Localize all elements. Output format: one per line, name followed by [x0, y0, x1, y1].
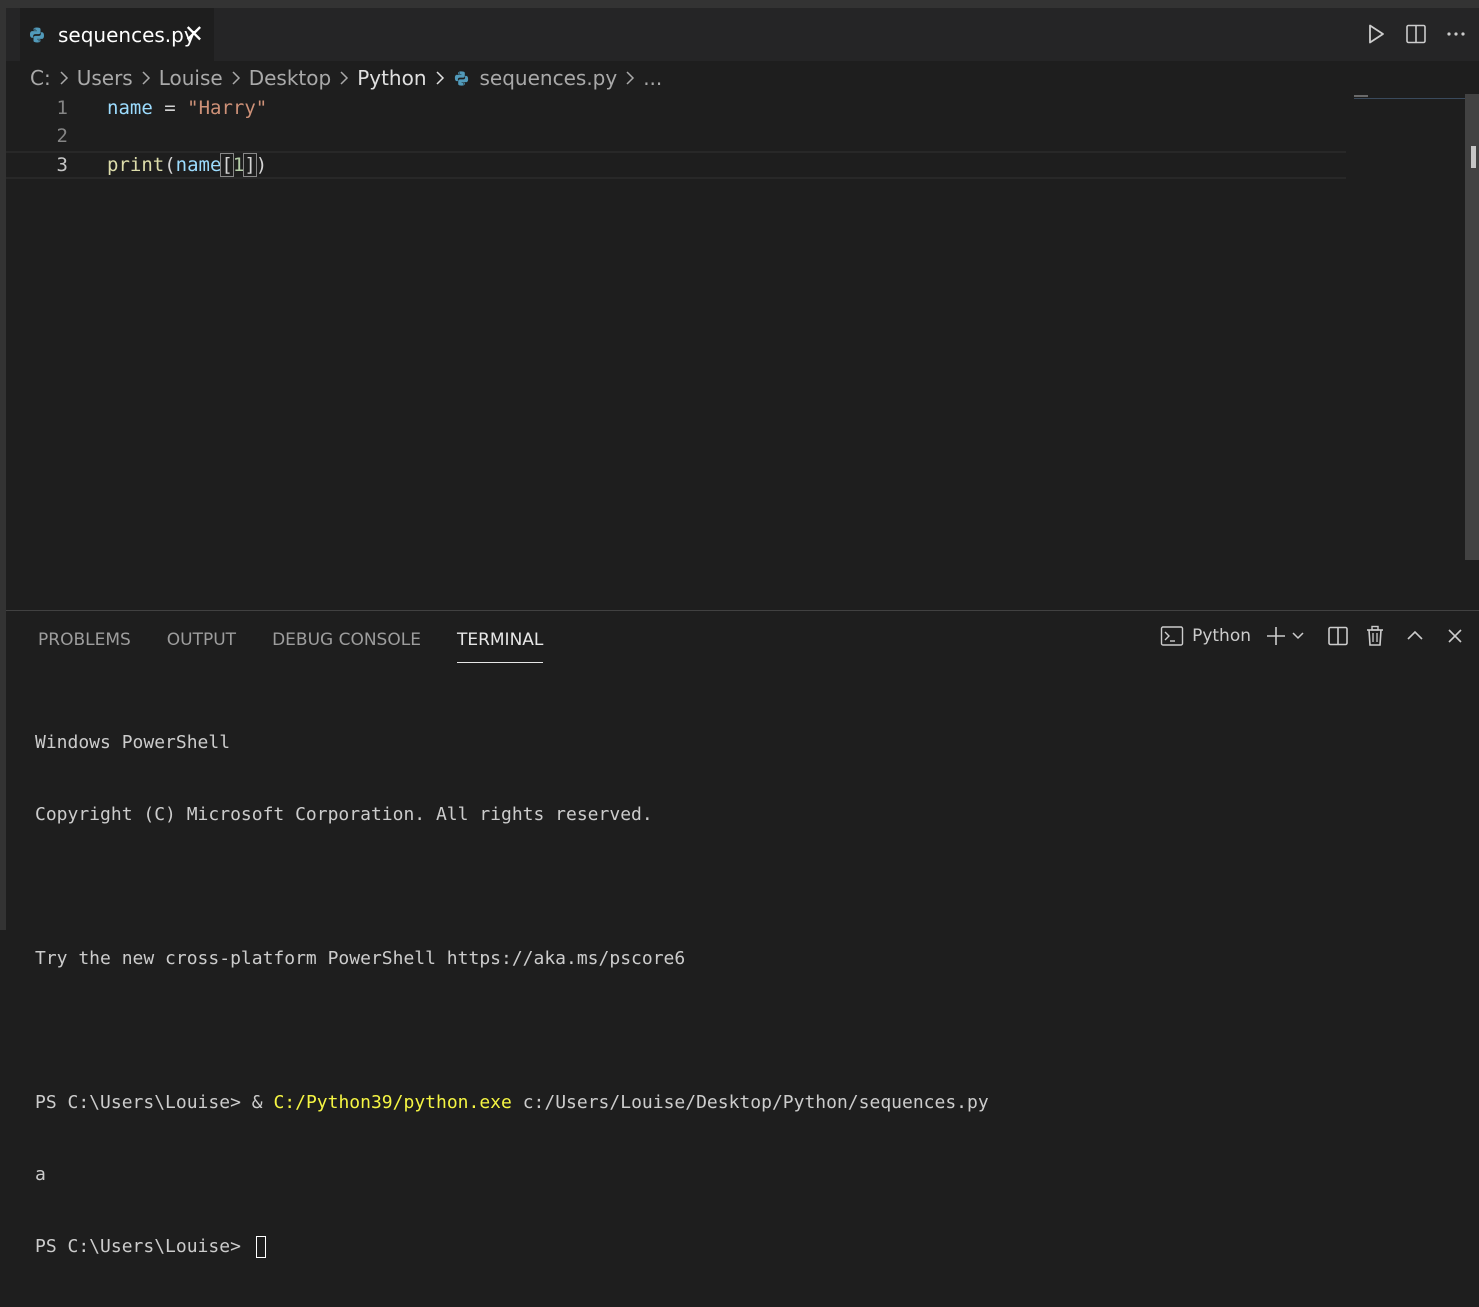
chevron-right-icon — [625, 70, 635, 86]
split-editor-icon[interactable] — [1405, 22, 1427, 46]
tab-debug-console[interactable]: DEBUG CONSOLE — [272, 611, 421, 663]
code-line[interactable]: 1 name = "Harry" — [6, 94, 1346, 122]
token-variable: name — [107, 97, 153, 119]
tab-terminal[interactable]: TERMINAL — [456, 611, 544, 663]
chevron-right-icon — [141, 70, 151, 86]
token-bracket: [ — [220, 153, 234, 177]
breadcrumb-file[interactable]: sequences.py — [480, 66, 618, 90]
terminal-call-operator: & — [251, 1092, 274, 1113]
terminal-argument: c:/Users/Louise/Desktop/Python/sequences… — [511, 1092, 989, 1113]
python-file-icon — [30, 27, 44, 42]
panel-actions: Python — [1160, 625, 1465, 647]
chevron-right-icon — [435, 70, 445, 86]
tab-problems[interactable]: PROBLEMS — [38, 611, 131, 663]
terminal-output[interactable]: Windows PowerShell Copyright (C) Microso… — [35, 683, 989, 1307]
terminal-executable: C:/Python39/python.exe — [273, 1092, 512, 1113]
minimap-viewport[interactable] — [1354, 98, 1466, 99]
chevron-down-icon[interactable] — [1291, 629, 1305, 643]
chevron-right-icon — [59, 70, 69, 86]
terminal-selector-label: Python — [1192, 626, 1251, 646]
terminal-program-output: a — [35, 1164, 46, 1185]
token-number: 1 — [232, 154, 245, 176]
maximize-panel-icon[interactable] — [1405, 626, 1425, 646]
breadcrumb: C: Users Louise Desktop Python sequences… — [30, 64, 662, 92]
window-top-strip — [0, 0, 1479, 8]
more-actions-icon[interactable] — [1445, 22, 1467, 46]
terminal-selector[interactable]: Python — [1160, 625, 1251, 647]
new-terminal-icon[interactable] — [1265, 625, 1287, 647]
terminal-prompt: PS C:\Users\Louise> — [35, 1092, 252, 1113]
token-paren: ) — [255, 154, 268, 176]
terminal-line: Try the new cross-platform PowerShell ht… — [35, 948, 686, 969]
token-paren: ( — [164, 154, 176, 176]
panel-tabs: PROBLEMS OUTPUT DEBUG CONSOLE TERMINAL — [38, 611, 579, 663]
chevron-right-icon — [231, 70, 241, 86]
minimap-content — [1354, 95, 1368, 97]
terminal-line: Windows PowerShell — [35, 732, 231, 753]
terminal-prompt-line[interactable]: PS C:\Users\Louise> — [35, 1235, 989, 1259]
code-line[interactable]: 2 — [6, 122, 1346, 150]
line-number: 3 — [56, 154, 68, 176]
tab-title: sequences.py — [58, 22, 196, 47]
terminal-prompt: PS C:\Users\Louise> — [35, 1236, 252, 1257]
breadcrumb-louise[interactable]: Louise — [159, 66, 223, 90]
code-line-current[interactable]: 3 print(name[1]) — [6, 151, 1346, 179]
close-tab-icon[interactable]: ✕ — [184, 21, 204, 47]
breadcrumb-desktop[interactable]: Desktop — [249, 66, 331, 90]
bottom-panel: PROBLEMS OUTPUT DEBUG CONSOLE TERMINAL P… — [6, 610, 1479, 1258]
token-bracket: ] — [243, 153, 257, 177]
tab-output[interactable]: OUTPUT — [167, 611, 236, 663]
trash-icon[interactable] — [1365, 625, 1385, 647]
token-function: print — [107, 154, 165, 176]
line-number: 2 — [56, 125, 68, 147]
scrollbar-cursor-marker — [1471, 146, 1476, 168]
terminal-icon — [1160, 626, 1184, 646]
line-number: 1 — [56, 97, 68, 119]
terminal-command-line: PS C:\Users\Louise> & C:/Python39/python… — [35, 1091, 989, 1115]
editor-actions — [1365, 22, 1467, 46]
token-operator: = — [164, 97, 176, 119]
code-text: print(name[1]) — [107, 153, 267, 177]
terminal-line: Copyright (C) Microsoft Corporation. All… — [35, 804, 653, 825]
breadcrumb-python[interactable]: Python — [357, 66, 426, 90]
tab-sequences-py[interactable]: sequences.py ✕ — [20, 8, 214, 61]
breadcrumb-drive[interactable]: C: — [30, 66, 51, 90]
run-file-icon[interactable] — [1365, 22, 1387, 46]
python-file-icon — [454, 70, 468, 86]
breadcrumb-users[interactable]: Users — [77, 66, 133, 90]
split-terminal-icon[interactable] — [1327, 625, 1349, 647]
token-string: "Harry" — [187, 97, 268, 119]
terminal-cursor — [255, 1236, 266, 1258]
editor-tab-bar: sequences.py ✕ — [6, 8, 1479, 61]
chevron-right-icon — [339, 70, 349, 86]
close-panel-icon[interactable] — [1445, 626, 1465, 646]
breadcrumb-symbols[interactable]: ... — [643, 66, 662, 90]
code-editor[interactable]: 1 name = "Harry" 2 3 print(name[1]) — [6, 94, 1479, 610]
token-variable: name — [175, 154, 222, 176]
code-text: name = "Harry" — [107, 94, 267, 122]
